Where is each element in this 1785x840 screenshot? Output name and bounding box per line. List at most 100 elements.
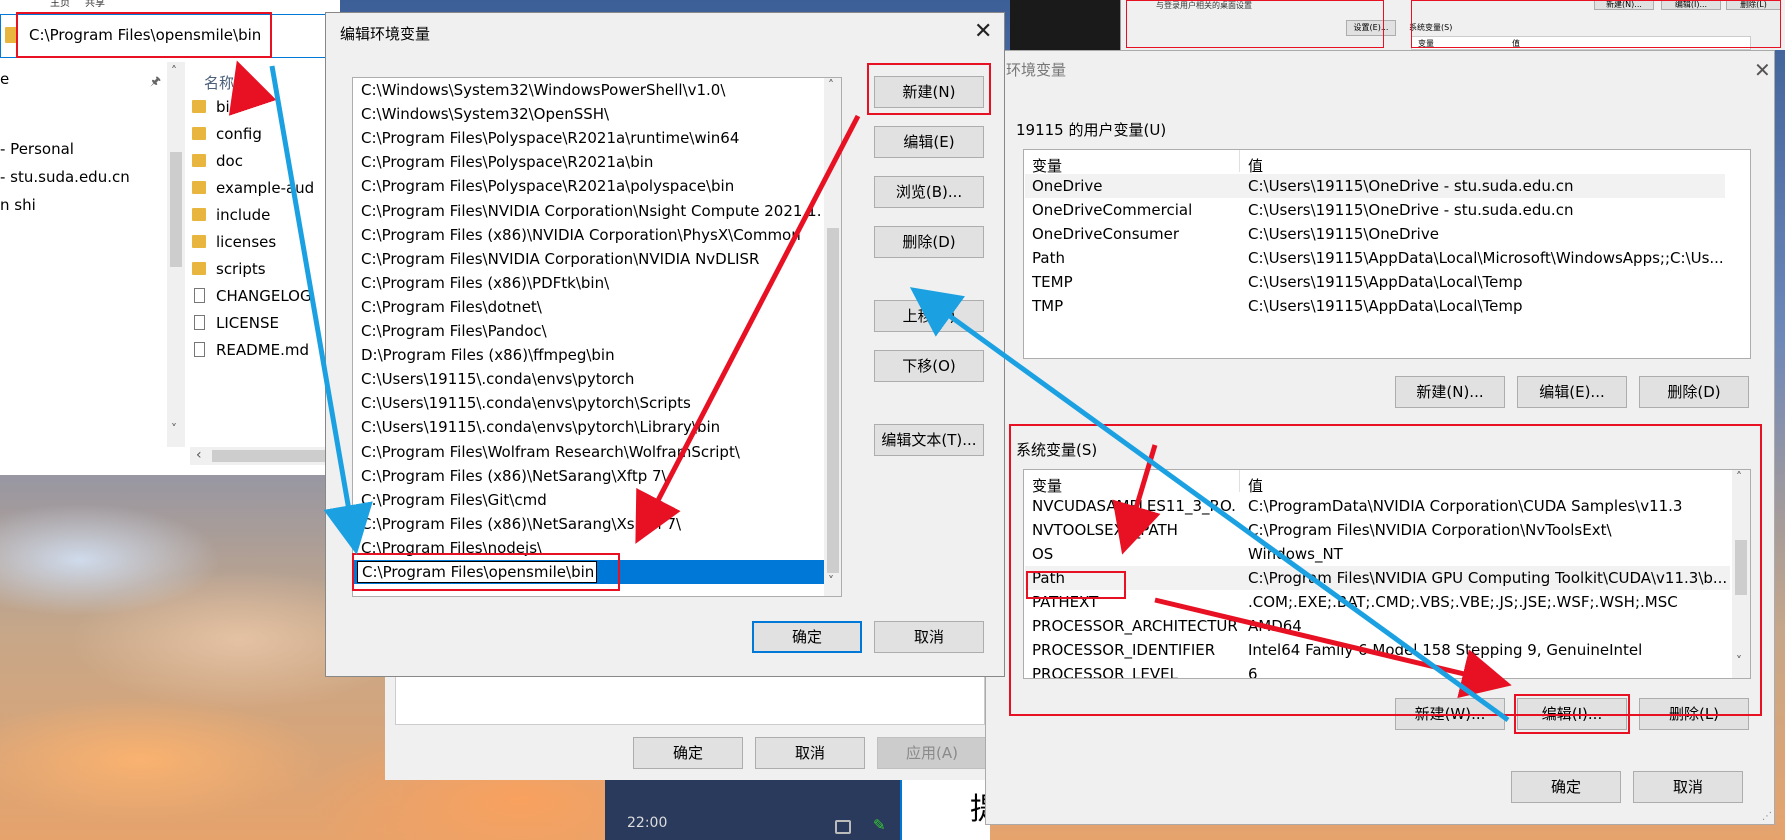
file-row[interactable]: include bbox=[190, 204, 340, 228]
path-edit-value[interactable]: C:\Program Files\opensmile\bin bbox=[362, 563, 594, 581]
path-list-item[interactable]: C:\Program Files\nodejs\ bbox=[361, 537, 821, 560]
edit-close-icon[interactable]: ✕ bbox=[974, 21, 992, 43]
sysprops-ok-button[interactable]: 确定 bbox=[633, 737, 743, 769]
path-scroll-up-icon[interactable]: ˄ bbox=[828, 78, 834, 92]
path-list-item[interactable]: C:\Program Files\NVIDIA Corporation\NVID… bbox=[361, 248, 821, 271]
variable-row[interactable]: TMP C:\Users\19115\AppData\Local\Temp bbox=[1025, 294, 1725, 318]
path-list-item[interactable]: C:\Program Files (x86)\NetSarang\Xshell … bbox=[361, 513, 821, 536]
edit-move-up-button[interactable]: 上移(U) bbox=[874, 300, 984, 332]
sys-edit-button[interactable]: 编辑(I)... bbox=[1517, 698, 1627, 730]
path-list-item[interactable]: C:\Program Files\Polyspace\R2021a\polysp… bbox=[361, 175, 821, 198]
env-close-icon[interactable]: ✕ bbox=[1754, 59, 1771, 81]
path-list-item[interactable]: C:\Program Files\Polyspace\R2021a\runtim… bbox=[361, 127, 821, 150]
user-header-var[interactable]: 变量 bbox=[1032, 155, 1062, 176]
scroll-down-icon[interactable]: ˅ bbox=[171, 422, 177, 436]
path-list-item[interactable]: C:\Program Files\Pandoc\ bbox=[361, 320, 821, 343]
variable-row[interactable]: PROCESSOR_ARCHITECTURE AMD64 bbox=[1025, 614, 1730, 638]
sys-header-val[interactable]: 值 bbox=[1248, 475, 1263, 496]
path-list-item[interactable]: C:\Program Files (x86)\PDFtk\bin\ bbox=[361, 272, 821, 295]
file-row[interactable]: licenses bbox=[190, 231, 340, 255]
path-list-item[interactable]: C:\Windows\System32\WindowsPowerShell\v1… bbox=[361, 79, 821, 102]
ribbon-home-tab[interactable]: 主页 bbox=[50, 0, 70, 9]
variable-row[interactable]: OneDriveCommercial C:\Users\19115\OneDriv… bbox=[1025, 198, 1725, 222]
path-list-scrollbar[interactable]: ˄ ˅ bbox=[824, 78, 841, 596]
file-name[interactable]: CHANGELOG bbox=[216, 287, 312, 305]
nav-scrollbar[interactable]: ˄ ˅ bbox=[167, 62, 185, 447]
sys-scroll-down-icon[interactable]: ˅ bbox=[1736, 654, 1742, 668]
sys-scroll-thumb[interactable] bbox=[1735, 540, 1747, 595]
edit-cancel-button[interactable]: 取消 bbox=[874, 621, 984, 653]
user-new-button[interactable]: 新建(N)... bbox=[1395, 376, 1505, 408]
resize-grip-icon[interactable]: ⋰ bbox=[1762, 811, 1772, 822]
path-list-item[interactable]: C:\Program Files\Git\cmd bbox=[361, 489, 821, 512]
file-row[interactable]: bin bbox=[190, 96, 340, 120]
bg-window-settings-button[interactable]: 设置(E)... bbox=[1346, 20, 1396, 36]
file-name[interactable]: scripts bbox=[216, 260, 266, 278]
variable-row[interactable]: OneDriveConsumer C:\Users\19115\OneDrive bbox=[1025, 222, 1725, 246]
file-name[interactable]: bin bbox=[216, 98, 239, 116]
file-name[interactable]: licenses bbox=[216, 233, 276, 251]
edit-text-button[interactable]: 编辑文本(T)... bbox=[874, 424, 984, 456]
user-edit-button[interactable]: 编辑(E)... bbox=[1517, 376, 1627, 408]
sys-new-button[interactable]: 新建(W)... bbox=[1395, 698, 1505, 730]
file-name[interactable]: README.md bbox=[216, 341, 309, 359]
variable-row[interactable]: TEMP C:\Users\19115\AppData\Local\Temp bbox=[1025, 270, 1725, 294]
ribbon-share-tab[interactable]: 共享 bbox=[85, 0, 105, 9]
path-list-item[interactable]: D:\Program Files (x86)\ffmpeg\bin bbox=[361, 344, 821, 367]
file-name[interactable]: config bbox=[216, 125, 262, 143]
bg-delete-button[interactable]: 删除(L) bbox=[1726, 0, 1781, 10]
path-list-item[interactable]: C:\Program Files\NVIDIA Corporation\Nsig… bbox=[361, 200, 821, 223]
path-list-item[interactable]: C:\Users\19115\.conda\envs\pytorch\Libra… bbox=[361, 416, 821, 439]
edit-move-down-button[interactable]: 下移(O) bbox=[874, 350, 984, 382]
edit-edit-button[interactable]: 编辑(E) bbox=[874, 126, 984, 158]
scroll-thumb[interactable] bbox=[170, 152, 182, 267]
nav-item[interactable]: - Personal bbox=[0, 140, 74, 158]
bg-edit-button[interactable]: 编辑(I)... bbox=[1661, 0, 1721, 10]
file-row[interactable]: scripts bbox=[190, 258, 340, 282]
path-list-item[interactable]: C:\Program Files\dotnet\ bbox=[361, 296, 821, 319]
variable-row[interactable]: PATHEXT .COM;.EXE;.BAT;.CMD;.VBS;.VBE;.JS… bbox=[1025, 590, 1730, 614]
file-row[interactable]: README.md bbox=[190, 339, 340, 363]
pen-icon[interactable]: ✎ bbox=[873, 816, 886, 834]
pin-icon[interactable]: 🖈 bbox=[150, 72, 161, 93]
path-list-item[interactable]: C:\Windows\System32\OpenSSH\ bbox=[361, 103, 821, 126]
env-ok-button[interactable]: 确定 bbox=[1511, 771, 1621, 803]
file-row[interactable]: doc bbox=[190, 150, 340, 174]
scroll-up-icon[interactable]: ˄ bbox=[171, 64, 177, 78]
file-row[interactable]: config bbox=[190, 123, 340, 147]
file-row[interactable]: LICENSE bbox=[190, 312, 340, 336]
edit-ok-button[interactable]: 确定 bbox=[752, 621, 862, 653]
user-header-val[interactable]: 值 bbox=[1248, 155, 1263, 176]
env-cancel-button[interactable]: 取消 bbox=[1633, 771, 1743, 803]
edit-new-button[interactable]: 新建(N) bbox=[874, 76, 984, 108]
sys-header-var[interactable]: 变量 bbox=[1032, 475, 1062, 496]
path-list-item[interactable]: C:\Program Files\Wolfram Research\Wolfra… bbox=[361, 441, 821, 464]
horizontal-scrollbar[interactable]: ‹ bbox=[190, 447, 340, 465]
path-list-item[interactable]: C:\Program Files (x86)\NetSarang\Xftp 7\ bbox=[361, 465, 821, 488]
path-list-item[interactable]: C:\Users\19115\.conda\envs\pytorch\Scrip… bbox=[361, 392, 821, 415]
variable-row[interactable]: PROCESSOR_LEVEL 6 bbox=[1025, 662, 1730, 678]
screenshot-icon[interactable] bbox=[835, 820, 851, 834]
variable-row[interactable]: OS Windows_NT bbox=[1025, 542, 1730, 566]
variable-row[interactable]: PROCESSOR_IDENTIFIER Intel64 Family 6 Mod… bbox=[1025, 638, 1730, 662]
nav-item[interactable]: n shi bbox=[0, 196, 36, 214]
path-scroll-down-icon[interactable]: ˅ bbox=[828, 574, 834, 588]
path-list-item[interactable]: C:\Program Files\Polyspace\R2021a\bin bbox=[361, 151, 821, 174]
path-list-item[interactable]: C:\Users\19115\.conda\envs\pytorch bbox=[361, 368, 821, 391]
user-delete-button[interactable]: 删除(D) bbox=[1639, 376, 1749, 408]
file-name[interactable]: example-aud bbox=[216, 179, 314, 197]
nav-item[interactable]: - stu.suda.edu.cn bbox=[0, 168, 130, 186]
variable-row[interactable]: OneDrive C:\Users\19115\OneDrive - stu.su… bbox=[1025, 174, 1725, 198]
address-text[interactable]: C:\Program Files\opensmile\bin bbox=[29, 26, 261, 44]
scroll-left-icon[interactable]: ‹ bbox=[196, 447, 202, 463]
edit-delete-button[interactable]: 删除(D) bbox=[874, 226, 984, 258]
path-scroll-thumb[interactable] bbox=[827, 228, 839, 573]
edit-browse-button[interactable]: 浏览(B)... bbox=[874, 176, 984, 208]
file-row[interactable]: CHANGELOG bbox=[190, 285, 340, 309]
sysprops-cancel-button[interactable]: 取消 bbox=[755, 737, 865, 769]
path-edit-input[interactable]: C:\Program Files\opensmile\bin bbox=[357, 561, 597, 583]
file-row[interactable]: example-aud bbox=[190, 177, 340, 201]
file-name[interactable]: LICENSE bbox=[216, 314, 279, 332]
path-list-item[interactable]: C:\Program Files (x86)\NVIDIA Corporatio… bbox=[361, 224, 821, 247]
file-name[interactable]: include bbox=[216, 206, 270, 224]
